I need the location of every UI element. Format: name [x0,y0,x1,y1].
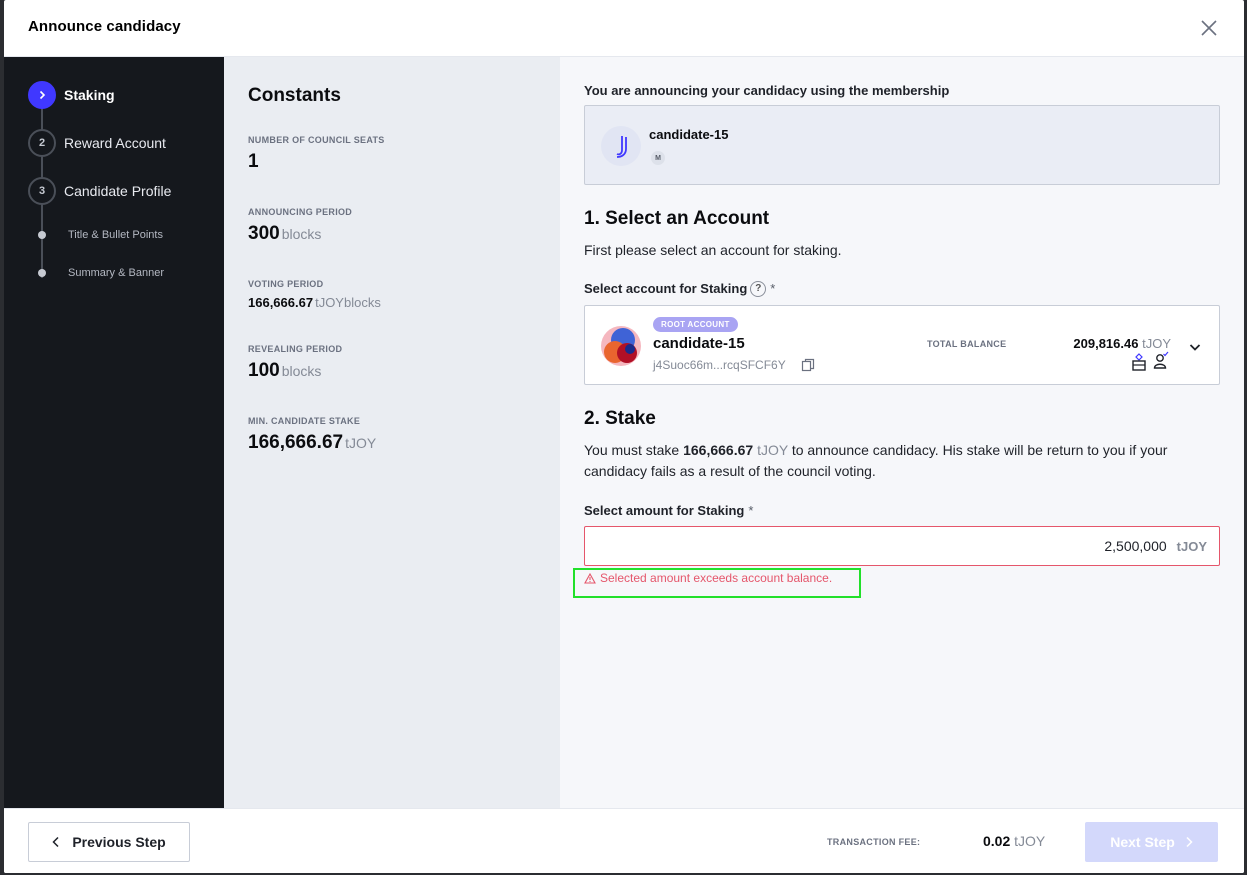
amount-value: 2,500,000 [1104,538,1167,554]
step-staking[interactable]: Staking [28,81,115,109]
substep-dot [38,231,46,239]
substep-dot [38,269,46,277]
chevron-right-icon [39,90,46,100]
next-step-button[interactable]: Next Step [1085,822,1218,862]
substep-label: Summary & Banner [68,267,164,279]
chevron-left-icon [52,836,59,848]
step-candidate-profile[interactable]: 3 Candidate Profile [28,177,171,205]
step-active-indicator [28,81,56,109]
constant-label: NUMBER OF COUNCIL SEATS [248,135,385,145]
stake-heading: 2. Stake [584,408,656,429]
chevron-right-icon [1186,836,1193,848]
select-account-heading: 1. Select an Account [584,208,770,229]
account-address: j4Suoc66m...rcqSFCF6Y [653,358,786,372]
error-text: Selected amount exceeds account balance. [600,571,833,585]
steps-sidebar: Staking 2 Reward Account 3 Candidate Pro… [4,57,224,808]
staking-account-field-label: Select account for Staking? * [584,280,776,297]
close-icon[interactable] [1198,17,1220,39]
copy-icon[interactable] [801,358,815,372]
transaction-fee-value: 0.02 tJOY [983,833,1046,849]
constant-value: 1 [248,151,259,172]
modal-title: Announce candidacy [28,18,181,35]
stake-description: You must stake 166,666.67 tJOY to announ… [584,442,1168,479]
amount-error-message: Selected amount exceeds account balance. [584,571,832,585]
locked-balance-icon [1132,353,1146,371]
constant-label: MIN. CANDIDATE STAKE [248,416,361,426]
membership-card: candidate-15 M [584,105,1220,185]
help-icon[interactable]: ? [750,280,767,297]
membership-label: You are announcing your candidacy using … [584,83,950,98]
step-label: Staking [64,87,115,103]
joystream-logo-icon [616,136,627,158]
substep-title-bullet-points[interactable]: Title & Bullet Points [38,229,163,241]
chevron-down-icon[interactable] [1188,340,1202,354]
account-name: candidate-15 [653,335,745,352]
modal-footer: Previous Step TRANSACTION FEE: 0.02 tJOY… [4,808,1244,873]
staking-account-select[interactable]: ROOT ACCOUNT candidate-15 j4Suoc66m...rc… [584,305,1220,385]
select-account-description: First please select an account for staki… [584,242,842,258]
constant-value: 166,666.67 tJOY [248,432,377,453]
constant-label: VOTING PERIOD [248,279,324,289]
step-number: 2 [28,129,56,157]
staking-amount-field-label: Select amount for Staking * [584,503,754,518]
amount-unit: tJOY [1176,538,1207,554]
next-step-label: Next Step [1110,834,1175,850]
constant-label: REVEALING PERIOD [248,344,343,354]
constant-value: 166,666.67 tJOYblocks [248,295,381,310]
previous-step-label: Previous Step [72,834,166,850]
account-identicon [601,326,641,366]
substep-label: Title & Bullet Points [68,229,163,241]
member-handle: candidate-15 [649,127,729,142]
constant-council-seats: NUMBER OF COUNCIL SEATS 1 [248,135,385,173]
member-badge: M [651,151,665,165]
constant-min-candidate-stake: MIN. CANDIDATE STAKE 166,666.67 tJOY [248,416,376,454]
step-number: 3 [28,177,56,205]
constant-voting-period: VOTING PERIOD 166,666.67 tJOYblocks [248,279,381,310]
root-account-badge: ROOT ACCOUNT [653,317,738,332]
user-check-icon [1153,351,1169,369]
constant-announcing-period: ANNOUNCING PERIOD 300 blocks [248,207,352,245]
constant-revealing-period: REVEALING PERIOD 100 blocks [248,344,342,382]
previous-step-button[interactable]: Previous Step [28,822,190,862]
modal-header: Announce candidacy [4,0,1244,57]
member-avatar [601,126,641,166]
total-balance-label: TOTAL BALANCE [927,339,1007,349]
main-panel: You are announcing your candidacy using … [560,57,1244,808]
constant-value: 100 blocks [248,360,322,381]
step-label: Candidate Profile [64,183,172,199]
step-label: Reward Account [64,135,166,151]
total-balance-value: 209,816.46 tJOY [1073,336,1171,351]
constants-title: Constants [248,85,341,106]
substep-summary-banner[interactable]: Summary & Banner [38,267,164,279]
constant-label: ANNOUNCING PERIOD [248,207,353,217]
announce-candidacy-modal: Announce candidacy Staking 2 Reward Acco… [4,0,1244,873]
step-reward-account[interactable]: 2 Reward Account [28,129,166,157]
transaction-fee-label: TRANSACTION FEE: [827,837,921,847]
constants-panel: Constants NUMBER OF COUNCIL SEATS 1 ANNO… [224,57,560,808]
staking-amount-input[interactable]: 2,500,000 tJOY [584,526,1220,566]
warning-icon [584,572,596,584]
constant-value: 300 blocks [248,223,322,244]
